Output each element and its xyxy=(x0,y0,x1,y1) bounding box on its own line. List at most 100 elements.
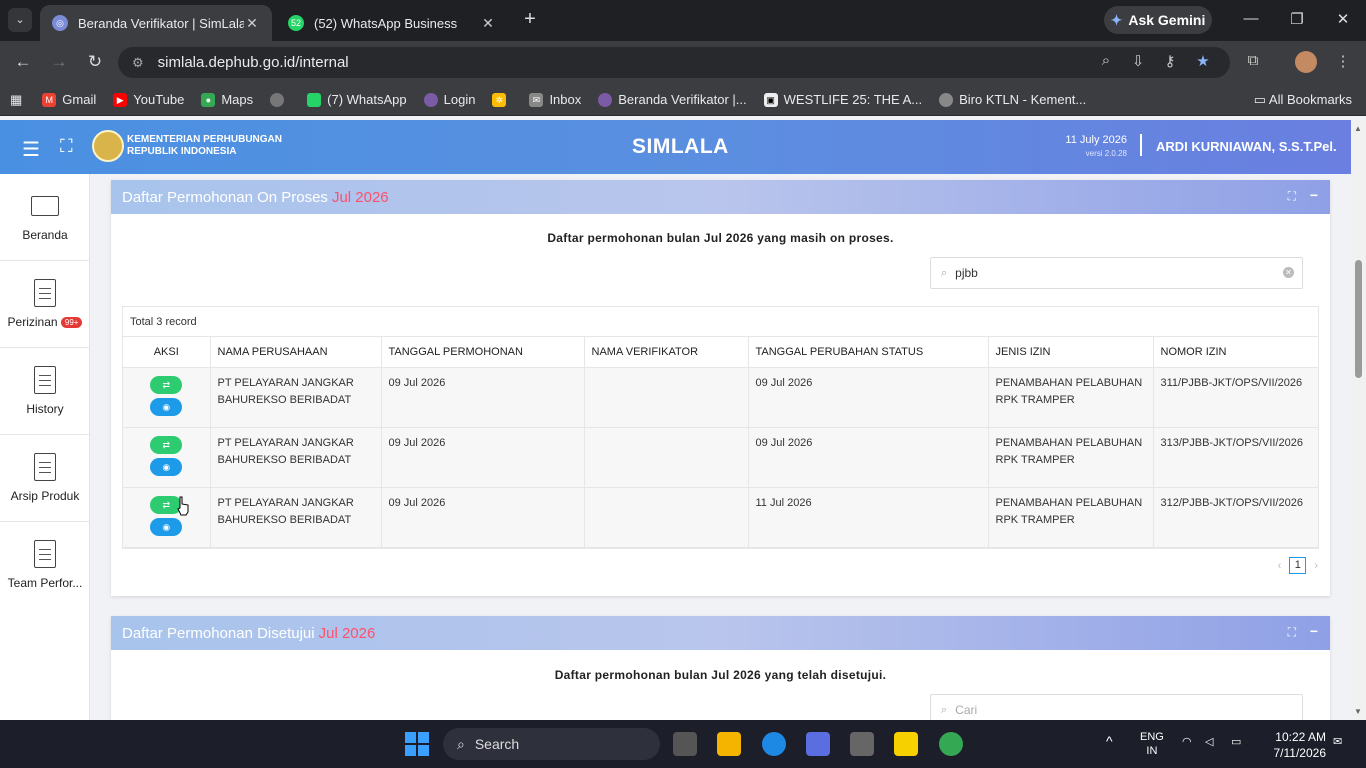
sidebar-item-beranda[interactable]: Beranda xyxy=(0,174,90,261)
panel-title-month: Jul 2026 xyxy=(331,188,389,206)
header-date: 11 July 2026 xyxy=(1065,134,1127,146)
password-key-icon[interactable]: ⚷ xyxy=(1159,52,1181,70)
prev-page-icon[interactable]: ‹ xyxy=(1278,560,1282,572)
copilot-icon[interactable] xyxy=(806,732,830,756)
bookmark-globe[interactable] xyxy=(270,92,290,107)
next-page-icon[interactable]: › xyxy=(1314,560,1318,572)
tab-search-button[interactable]: ⌄ xyxy=(8,8,32,32)
sidebar-item-team-performance[interactable]: Team Perfor... xyxy=(0,522,90,609)
column-header[interactable]: NOMOR IZIN xyxy=(1153,337,1318,368)
scroll-up-icon[interactable]: ▲ xyxy=(1354,124,1362,133)
sidebar-item-history[interactable]: History xyxy=(0,348,90,435)
sticky-notes-icon[interactable] xyxy=(894,732,918,756)
whatsapp-favicon-icon: 52 xyxy=(288,15,304,31)
expand-icon[interactable]: ⛶ xyxy=(1288,189,1296,204)
bookmark-beranda[interactable]: Beranda Verifikator |... xyxy=(598,92,747,107)
language-indicator[interactable]: ENG IN xyxy=(1140,730,1164,758)
zoom-icon[interactable]: ⌕ xyxy=(1095,52,1117,69)
new-tab-button[interactable]: + xyxy=(518,8,542,31)
address-bar[interactable]: ⚙ simlala.dephub.go.id/internal xyxy=(118,47,1230,78)
app-title: SIMLALA xyxy=(632,135,729,158)
chrome-menu-icon[interactable]: ⋮ xyxy=(1332,52,1354,70)
globe-icon xyxy=(270,92,285,107)
windows-start-icon[interactable] xyxy=(405,732,429,756)
page-number[interactable]: 1 xyxy=(1289,557,1307,574)
battery-icon[interactable]: ▭ xyxy=(1231,735,1241,749)
verifier-cell xyxy=(584,427,749,488)
apps-grid-icon[interactable]: ▦ xyxy=(10,92,22,108)
column-header[interactable]: AKSI xyxy=(123,337,211,368)
bookmark-biro-ktln[interactable]: Biro KTLN - Kement... xyxy=(939,92,1086,107)
close-window-icon[interactable]: ✕ xyxy=(1331,10,1355,28)
tab-title: Beranda Verifikator | SimLala xyxy=(78,15,244,31)
camera-icon[interactable] xyxy=(850,732,874,756)
panel-on-proses: Daftar Permohonan On Proses Jul 2026 ⛶ −… xyxy=(111,180,1330,596)
minimize-panel-icon[interactable]: − xyxy=(1310,187,1318,203)
view-detail-button[interactable]: ◉ xyxy=(150,457,183,476)
bookmark-youtube[interactable]: ▶ YouTube xyxy=(113,92,184,107)
ministry-logo xyxy=(92,130,124,162)
sidebar-item-arsip-produk[interactable]: Arsip Produk xyxy=(0,435,90,522)
bookmark-inbox[interactable]: ✉ Inbox xyxy=(529,92,581,107)
close-tab-icon[interactable]: ✕ xyxy=(480,15,496,32)
bookmark-gmail[interactable]: M Gmail xyxy=(42,92,96,107)
forward-arrow-icon[interactable]: → xyxy=(48,52,70,72)
maximize-icon[interactable]: ❐ xyxy=(1285,10,1309,28)
column-header[interactable]: TANGGAL PERMOHONAN xyxy=(381,337,585,368)
minimize-panel-icon[interactable]: − xyxy=(1310,623,1318,639)
volume-icon[interactable]: ◁ xyxy=(1205,735,1213,749)
bookmark-photos[interactable]: ✲ xyxy=(492,92,512,107)
scroll-down-icon[interactable]: ▼ xyxy=(1354,707,1362,716)
gemini-sparkle-icon: ✦ xyxy=(1110,11,1123,28)
task-view-icon[interactable] xyxy=(673,732,697,756)
minimize-icon[interactable]: — xyxy=(1239,10,1263,27)
search-value: pjbb xyxy=(955,266,978,280)
extensions-icon[interactable]: ⧉ xyxy=(1242,52,1264,69)
user-name[interactable]: ARDI KURNIAWAN, S.S.T.Pel. xyxy=(1156,139,1337,154)
bookmark-whatsapp[interactable]: (7) WhatsApp xyxy=(307,92,407,107)
file-explorer-icon[interactable] xyxy=(717,732,741,756)
tab-whatsapp[interactable]: 52 (52) WhatsApp Business ✕ xyxy=(276,5,508,41)
company-cell: PT PELAYARAN JANGKAR BAHUREKSO BERIBADAT xyxy=(210,367,382,428)
clear-search-icon[interactable]: ✕ xyxy=(1283,267,1294,278)
bookmark-login[interactable]: Login xyxy=(423,92,475,107)
bookmark-maps[interactable]: ● Maps xyxy=(201,92,253,107)
ask-gemini-button[interactable]: ✦ Ask Gemini xyxy=(1104,6,1212,34)
taskbar-search[interactable]: ⌕ Search xyxy=(443,728,660,760)
sidebar-item-perizinan[interactable]: Perizinan 99+ xyxy=(0,261,90,348)
wifi-icon[interactable]: ◠ xyxy=(1182,735,1192,749)
fullscreen-icon[interactable]: ⛶ xyxy=(60,136,73,157)
edge-icon[interactable] xyxy=(762,732,786,756)
bookmark-star-icon[interactable]: ★ xyxy=(1192,52,1214,70)
view-detail-button[interactable]: ◉ xyxy=(150,517,183,536)
tray-overflow-icon[interactable]: ^ xyxy=(1106,734,1113,748)
bookmark-westlife[interactable]: ▣ WESTLIFE 25: THE A... xyxy=(763,92,922,107)
profile-avatar[interactable] xyxy=(1295,51,1317,73)
page-scrollbar[interactable]: ▲ ▼ xyxy=(1351,120,1366,720)
permit-number-cell: 312/PJBB-JKT/OPS/VII/2026 xyxy=(1153,487,1318,548)
reload-icon[interactable]: ↻ xyxy=(84,52,106,72)
change-status-button[interactable]: ⇄ xyxy=(150,375,183,394)
document-icon xyxy=(34,453,56,481)
column-header[interactable]: JENIS IZIN xyxy=(988,337,1154,368)
view-detail-button[interactable]: ◉ xyxy=(150,397,183,416)
site-info-icon[interactable]: ⚙ xyxy=(132,55,144,71)
permit-number-cell: 311/PJBB-JKT/OPS/VII/2026 xyxy=(1153,367,1318,428)
expand-icon[interactable]: ⛶ xyxy=(1288,625,1296,640)
scrollbar-thumb[interactable] xyxy=(1355,260,1362,378)
install-app-icon[interactable]: ⇩ xyxy=(1127,52,1149,70)
notification-icon[interactable]: ✉ xyxy=(1333,735,1342,749)
change-status-button[interactable]: ⇄ xyxy=(150,435,183,454)
column-header[interactable]: TANGGAL PERUBAHAN STATUS xyxy=(748,337,989,368)
column-header[interactable]: NAMA VERIFIKATOR xyxy=(584,337,749,368)
search-input[interactable]: ⌕ pjbb ✕ xyxy=(930,257,1303,289)
hamburger-menu-icon[interactable]: ☰ xyxy=(22,137,40,162)
panel-subtitle: Daftar permohonan bulan Jul 2026 yang te… xyxy=(554,668,887,682)
close-tab-icon[interactable]: ✕ xyxy=(244,15,260,32)
clock[interactable]: 10:22 AM 7/11/2026 xyxy=(1274,729,1327,761)
tab-simlala[interactable]: ◎ Beranda Verifikator | SimLala ✕ xyxy=(40,5,272,41)
back-arrow-icon[interactable]: ← xyxy=(12,52,34,72)
chrome-icon[interactable] xyxy=(939,732,963,756)
column-header[interactable]: NAMA PERUSAHAAN xyxy=(210,337,382,368)
all-bookmarks-folder[interactable]: ▭ All Bookmarks xyxy=(1254,92,1352,108)
